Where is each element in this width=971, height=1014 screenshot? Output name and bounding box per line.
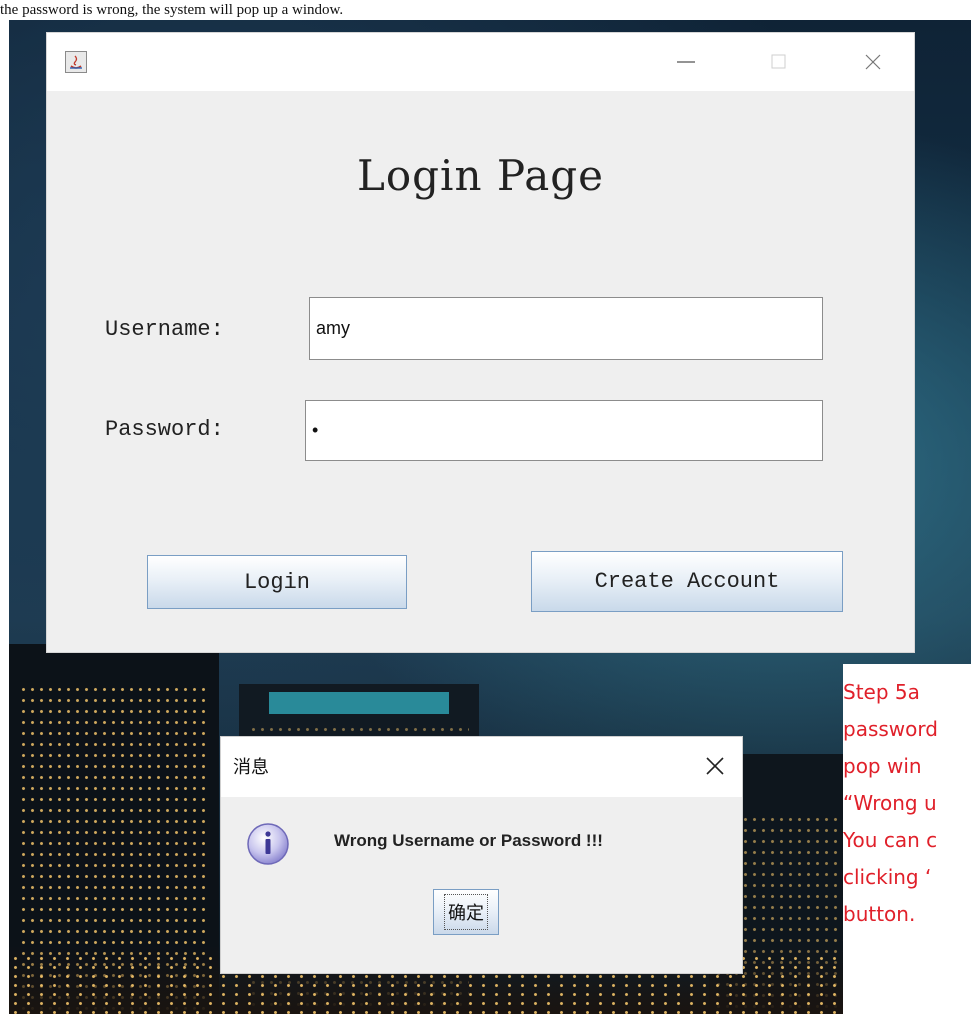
annotation-line: password <box>843 717 938 741</box>
window-titlebar <box>47 33 914 91</box>
password-value: • <box>312 420 319 440</box>
ok-button-label: 确定 <box>444 894 488 930</box>
login-button-label: Login <box>243 569 310 595</box>
create-account-button-label: Create Account <box>594 569 780 594</box>
building-rooftop-glow <box>269 692 449 714</box>
dialog-close-button[interactable] <box>700 751 730 781</box>
annotation-line: button. <box>843 902 916 926</box>
username-input[interactable]: amy <box>309 297 823 360</box>
close-icon <box>706 757 724 775</box>
document-text: the password is wrong, the system will p… <box>0 2 344 18</box>
message-dialog: 消息 Wrong Username or Password !!! 确定 <box>220 736 743 974</box>
maximize-icon <box>771 54 786 69</box>
login-button[interactable]: Login <box>147 555 407 609</box>
close-icon <box>865 54 881 70</box>
annotation-line: Step 5a <box>843 680 920 704</box>
java-icon <box>65 51 87 73</box>
annotation-line: pop win <box>843 754 922 778</box>
maximize-button[interactable] <box>759 45 799 79</box>
annotation-note: Step 5a password pop win “Wrong u You ca… <box>843 664 971 1014</box>
password-label: Password: <box>105 417 224 442</box>
password-input[interactable]: • <box>305 400 823 461</box>
username-value: amy <box>316 318 351 338</box>
annotation-line: You can c <box>843 828 938 852</box>
minimize-button[interactable] <box>667 45 707 79</box>
username-label: Username: <box>105 317 224 342</box>
annotation-line: “Wrong u <box>843 791 937 815</box>
dialog-titlebar: 消息 <box>221 737 742 797</box>
annotation-line: clicking ‘ <box>843 865 932 889</box>
minimize-icon <box>677 61 695 63</box>
login-window: Login Page Username: amy Password: • Log… <box>46 32 915 653</box>
ok-button[interactable]: 确定 <box>433 889 499 935</box>
create-account-button[interactable]: Create Account <box>531 551 843 612</box>
info-icon <box>243 819 293 874</box>
close-button[interactable] <box>853 45 893 79</box>
dialog-message: Wrong Username or Password !!! <box>334 831 603 850</box>
dialog-title: 消息 <box>233 757 269 778</box>
page-title: Login Page <box>356 151 605 200</box>
